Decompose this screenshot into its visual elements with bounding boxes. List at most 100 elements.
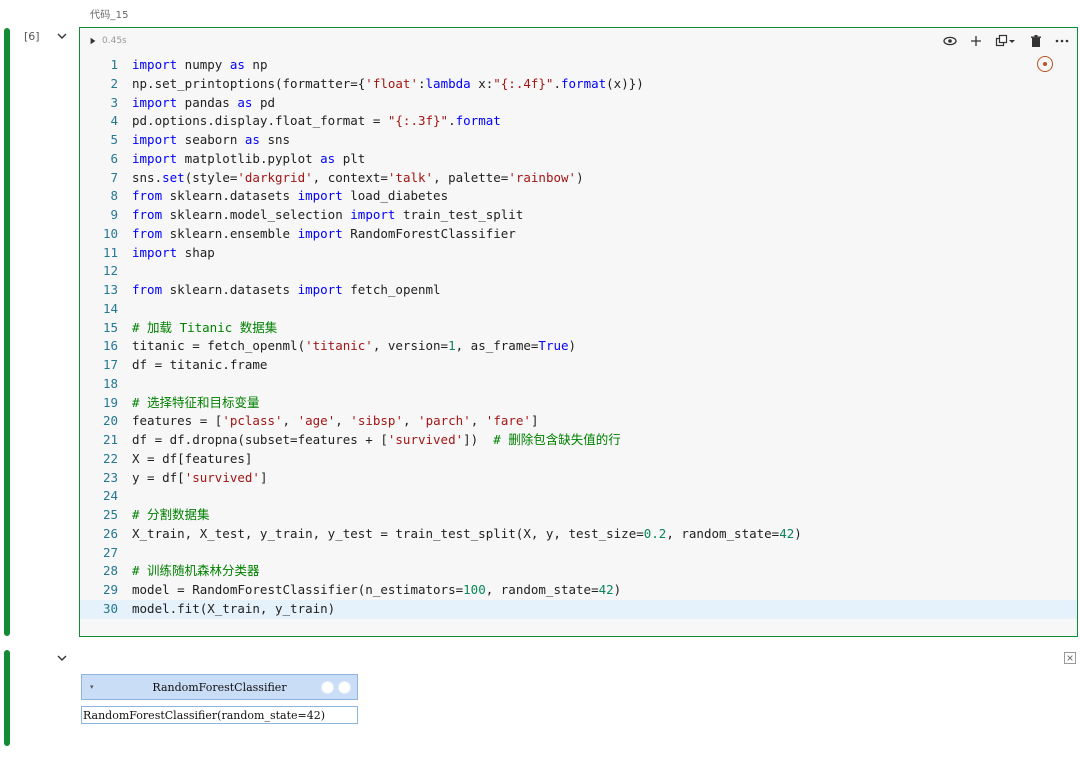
code-text: import seaborn as sns: [132, 132, 291, 147]
execution-count: [6]: [24, 30, 40, 43]
line-number: 19: [102, 394, 118, 410]
code-text: model.fit(X_train, y_train): [132, 600, 336, 616]
code-cell[interactable]: 0.45s 1 import numpy as np 2 np.set_printop…: [79, 27, 1078, 637]
line-number: 1: [110, 57, 118, 72]
code-line[interactable]: 24: [80, 487, 1077, 506]
chevron-down-icon[interactable]: [56, 652, 68, 664]
code-text: np.set_printoptions(formatter={'float':l…: [132, 75, 644, 91]
code-line[interactable]: 11 import shap: [80, 244, 1077, 263]
code-line[interactable]: 15 # 加载 Titanic 数据集: [80, 319, 1077, 338]
code-line[interactable]: 19 # 选择特征和目标变量: [80, 394, 1077, 413]
code-line[interactable]: 1 import numpy as np: [80, 56, 1077, 75]
code-editor[interactable]: 1 import numpy as np 2 np.set_printoptions(…: [80, 56, 1077, 619]
line-number: 8: [110, 188, 118, 204]
code-cell-run-bar[interactable]: [4, 28, 10, 636]
code-line[interactable]: 20 features = ['pclass', 'age', 'sibsp', …: [80, 412, 1077, 431]
plus-icon[interactable]: [969, 34, 983, 48]
code-line[interactable]: 4 pd.options.display.float_format = "{:.3…: [80, 112, 1077, 131]
cell-status-bar: 0.45s: [88, 36, 127, 46]
line-number: 29: [102, 582, 118, 597]
line-number: 3: [110, 94, 118, 110]
code-text: # 加载 Titanic 数据集: [132, 319, 278, 335]
line-number: 21: [102, 432, 118, 447]
trash-icon[interactable]: [1029, 34, 1043, 48]
code-text: titanic = fetch_openml('titanic', versio…: [132, 338, 577, 354]
code-text: pd.options.display.float_format = "{:.3f…: [132, 113, 501, 129]
code-text: from sklearn.datasets import fetch_openm…: [132, 282, 441, 297]
code-line[interactable]: 8 from sklearn.datasets import load_diabe…: [80, 187, 1077, 206]
code-line[interactable]: 25 # 分割数据集: [80, 506, 1077, 525]
code-line[interactable]: 5 import seaborn as sns: [80, 131, 1077, 150]
code-line[interactable]: 28 # 训练随机森林分类器: [80, 562, 1077, 581]
code-text: import pandas as pd: [132, 94, 276, 110]
line-number: 15: [102, 319, 118, 335]
line-number: 14: [102, 300, 118, 316]
line-number: 20: [102, 413, 118, 429]
line-number: 12: [102, 263, 118, 279]
code-text: df = titanic.frame: [132, 357, 268, 372]
code-line[interactable]: 16 titanic = fetch_openml('titanic', vers…: [80, 337, 1077, 356]
line-number: 4: [110, 113, 118, 129]
line-number: 26: [102, 525, 118, 541]
code-line[interactable]: 29 model = RandomForestClassifier(n_estim…: [80, 581, 1077, 600]
code-line[interactable]: 9 from sklearn.model_selection import tra…: [80, 206, 1077, 225]
play-icon[interactable]: [88, 36, 98, 46]
line-number: 7: [110, 169, 118, 185]
code-line[interactable]: 6 import matplotlib.pyplot as plt: [80, 150, 1077, 169]
code-line[interactable]: 18: [80, 375, 1077, 394]
code-text: import matplotlib.pyplot as plt: [132, 150, 366, 166]
output-run-bar[interactable]: [4, 650, 10, 746]
code-text: from sklearn.model_selection import trai…: [132, 207, 524, 222]
estimator-repr: RandomForestClassifier(random_state=42): [81, 706, 358, 724]
code-text: X = df[features]: [132, 450, 253, 466]
code-line[interactable]: 14: [80, 300, 1077, 319]
code-line[interactable]: 23 y = df['survived']: [80, 469, 1077, 488]
code-line[interactable]: 30 model.fit(X_train, y_train): [80, 599, 1077, 619]
copy-icon[interactable]: [995, 34, 1017, 48]
line-number: 16: [102, 338, 118, 354]
line-number: 30: [102, 600, 118, 616]
close-icon[interactable]: [1064, 652, 1076, 664]
code-text: import shap: [132, 244, 215, 260]
estimator-header[interactable]: ▾ RandomForestClassifier: [81, 674, 358, 700]
info-icon[interactable]: [321, 680, 334, 694]
line-number: 23: [102, 469, 118, 485]
cell-action-bar: [943, 34, 1069, 48]
line-number: 2: [110, 75, 118, 91]
line-number: 10: [102, 225, 118, 241]
code-line[interactable]: 22 X = df[features]: [80, 450, 1077, 469]
code-text: from sklearn.datasets import load_diabet…: [132, 188, 449, 204]
code-text: from sklearn.ensemble import RandomFores…: [132, 225, 516, 241]
estimator-name: RandomForestClassifier: [152, 680, 287, 694]
line-number: 6: [110, 150, 118, 166]
code-line[interactable]: 27: [80, 544, 1077, 563]
code-text: # 选择特征和目标变量: [132, 394, 260, 410]
line-number: 9: [110, 207, 118, 222]
code-text: model = RandomForestClassifier(n_estimat…: [132, 582, 622, 597]
line-number: 18: [102, 375, 118, 391]
line-number: 22: [102, 450, 118, 466]
code-line[interactable]: 3 import pandas as pd: [80, 94, 1077, 113]
chevron-down-icon[interactable]: [56, 30, 68, 42]
code-text: # 训练随机森林分类器: [132, 563, 260, 579]
code-line[interactable]: 21 df = df.dropna(subset=features + ['sur…: [80, 431, 1077, 450]
fitted-status-icon: [338, 680, 351, 694]
code-text: import numpy as np: [132, 57, 268, 72]
code-line[interactable]: 2 np.set_printoptions(formatter={'float':…: [80, 75, 1077, 94]
code-text: X_train, X_test, y_train, y_test = train…: [132, 525, 802, 541]
code-line[interactable]: 26 X_train, X_test, y_train, y_test = tra…: [80, 525, 1077, 544]
estimator-widget: ▾ RandomForestClassifier RandomForestCla…: [81, 674, 358, 724]
line-number: 28: [102, 563, 118, 579]
more-icon[interactable]: [1055, 34, 1069, 48]
code-line[interactable]: 7 sns.set(style='darkgrid', context='talk…: [80, 169, 1077, 188]
code-text: sns.set(style='darkgrid', context='talk'…: [132, 169, 584, 185]
line-number: 11: [102, 244, 118, 260]
code-line[interactable]: 17 df = titanic.frame: [80, 356, 1077, 375]
eye-icon[interactable]: [943, 34, 957, 48]
code-line[interactable]: 12: [80, 262, 1077, 281]
code-text: df = df.dropna(subset=features + ['survi…: [132, 432, 621, 447]
estimator-info-icons[interactable]: [321, 680, 351, 694]
code-line[interactable]: 10 from sklearn.ensemble import RandomFor…: [80, 225, 1077, 244]
line-number: 24: [102, 488, 118, 504]
code-line[interactable]: 13 from sklearn.datasets import fetch_ope…: [80, 281, 1077, 300]
